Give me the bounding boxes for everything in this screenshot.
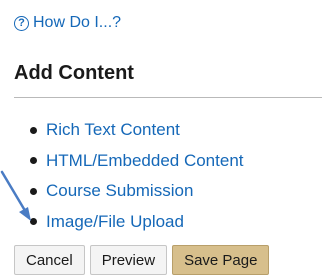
- how-do-i-link[interactable]: ? How Do I...?: [14, 14, 121, 32]
- rich-text-content-link[interactable]: Rich Text Content: [46, 120, 180, 140]
- content-type-list: Rich Text Content HTML/Embedded Content …: [30, 115, 244, 237]
- cancel-button[interactable]: Cancel: [14, 245, 85, 275]
- bullet-icon: [30, 157, 37, 165]
- list-item: Image/File Upload: [30, 207, 244, 238]
- list-item: Course Submission: [30, 176, 244, 207]
- list-item: Rich Text Content: [30, 115, 244, 146]
- list-item: HTML/Embedded Content: [30, 146, 244, 177]
- pointer-arrow-icon: [0, 170, 31, 221]
- section-divider: [14, 97, 322, 98]
- image-file-upload-link[interactable]: Image/File Upload: [46, 212, 184, 232]
- question-circle-icon: ?: [14, 15, 29, 31]
- action-buttons: Cancel Preview Save Page: [14, 245, 270, 275]
- html-embedded-content-link[interactable]: HTML/Embedded Content: [46, 151, 244, 171]
- add-content-panel: ? How Do I...? Add Content Rich Text Con…: [0, 0, 322, 275]
- how-do-i-label: How Do I...?: [33, 14, 122, 31]
- add-content-heading: Add Content: [14, 62, 134, 84]
- bullet-icon: [30, 126, 37, 134]
- course-submission-link[interactable]: Course Submission: [46, 181, 193, 201]
- preview-button[interactable]: Preview: [89, 245, 168, 275]
- save-page-button[interactable]: Save Page: [172, 245, 270, 275]
